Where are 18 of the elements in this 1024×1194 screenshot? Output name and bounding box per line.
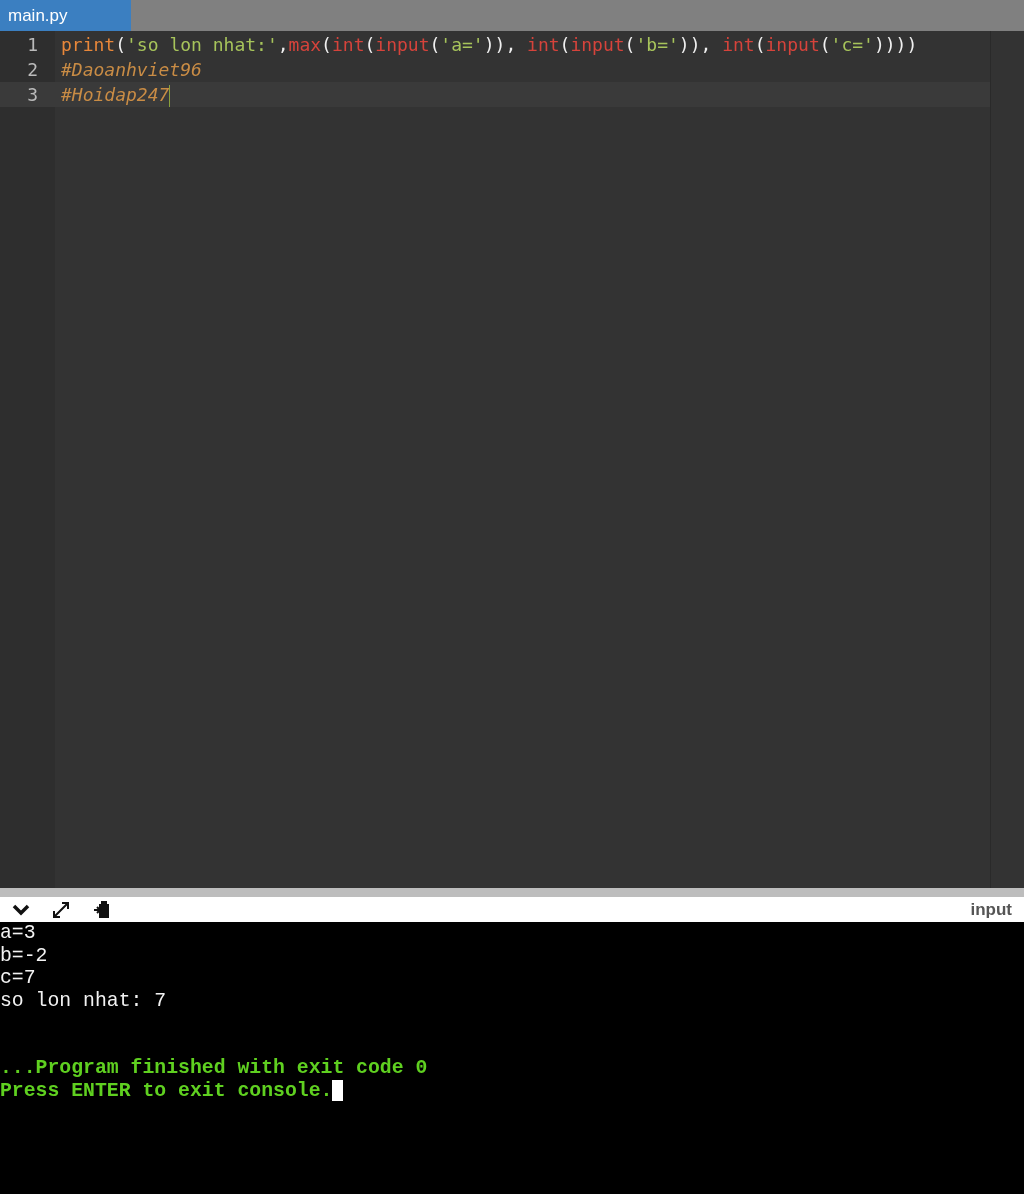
console-line: c=7 bbox=[0, 967, 36, 990]
console-input-label[interactable]: input bbox=[970, 896, 1012, 923]
console-line: so lon nhat: 7 bbox=[0, 989, 167, 1012]
code-line: #Hoidap247 bbox=[61, 83, 170, 107]
console-line: Press ENTER to exit console. bbox=[0, 1079, 333, 1102]
file-tab[interactable]: main.py bbox=[0, 0, 131, 31]
text-cursor bbox=[169, 85, 171, 107]
expand-icon[interactable] bbox=[50, 899, 72, 920]
console-line: b=-2 bbox=[0, 944, 48, 967]
line-number: 2 bbox=[27, 59, 38, 80]
chevron-down-icon[interactable] bbox=[12, 903, 30, 916]
console-line: a=3 bbox=[0, 922, 36, 945]
line-number: 3 bbox=[27, 84, 38, 105]
code-line: print('so lon nhat:',max(int(input('a=')), int(input('b=')), int(input('c=')))) bbox=[61, 33, 918, 57]
code-line: #Daoanhviet96 bbox=[61, 58, 202, 82]
line-number: 1 bbox=[27, 34, 38, 55]
console-line: ...Program finished with exit code 0 bbox=[0, 1057, 428, 1080]
clipboard-icon[interactable] bbox=[92, 899, 112, 920]
